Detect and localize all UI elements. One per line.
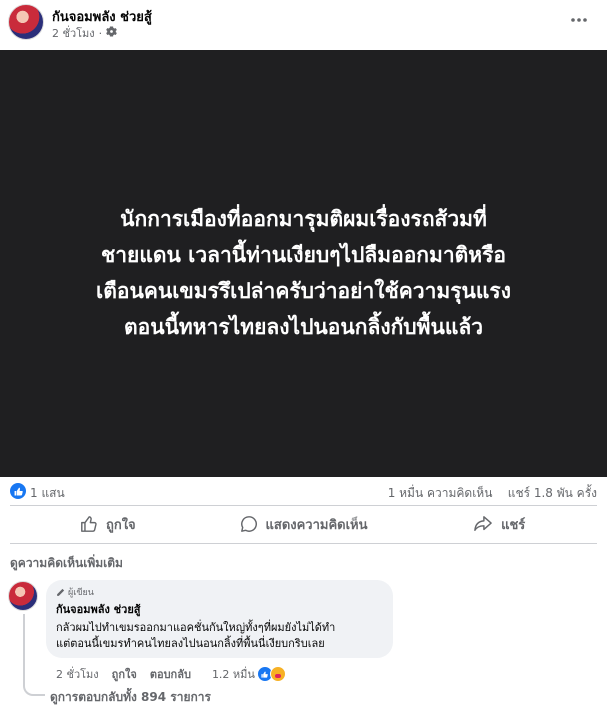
post-text-line: เตือนคนเขมรรึเปล่าครับว่าอย่าใช้ความรุนแ… — [96, 278, 511, 303]
share-arrow-icon — [474, 516, 492, 532]
gear-icon — [106, 26, 118, 40]
view-replies-link[interactable]: ดูการตอบกลับทั้ง 894 รายการ — [50, 688, 211, 707]
post-header: กันจอมพลัง ช่วยสู้ 2 ชั่วโมง · — [0, 0, 607, 50]
post-stats: 1 แสน 1 หมื่น ความคิดเห็น แชร์ 1.8 พัน ค… — [0, 480, 607, 502]
comment-like-button[interactable]: ถูกใจ — [112, 665, 137, 683]
shares-count[interactable]: แชร์ 1.8 พัน ครั้ง — [508, 486, 597, 500]
stats-right: 1 หมื่น ความคิดเห็น แชร์ 1.8 พัน ครั้ง — [388, 484, 597, 503]
comment-bubble: ผู้เขียน กันจอมพลัง ช่วยสู้ กลัวผมไปทำเข… — [46, 580, 393, 658]
comment-time[interactable]: 2 ชั่วโมง — [56, 665, 99, 683]
more-dots-icon[interactable] — [565, 8, 593, 32]
post-meta: 2 ชั่วโมง · — [52, 24, 118, 42]
divider — [10, 543, 597, 544]
post-time[interactable]: 2 ชั่วโมง — [52, 24, 95, 42]
post-image-text: นักการเมืองที่ออกมารุมติผมเรื่องรถส้วมที… — [96, 201, 511, 345]
thread-line — [23, 614, 25, 682]
comment-avatar[interactable] — [8, 581, 38, 611]
comments-count[interactable]: 1 หมื่น ความคิดเห็น — [388, 486, 493, 500]
post-actions: ถูกใจ แสดงความคิดเห็น แชร์ — [10, 507, 597, 541]
pen-icon — [57, 588, 65, 596]
comment-author[interactable]: กันจอมพลัง ช่วยสู้ — [56, 600, 383, 618]
comment-reply-button[interactable]: ตอบกลับ — [150, 665, 191, 683]
comment-button[interactable]: แสดงความคิดเห็น — [206, 507, 402, 541]
reaction-count: 1.2 หมื่น — [211, 668, 255, 681]
share-label: แชร์ — [501, 517, 526, 533]
post-text-line: ชายแดน เวลานี้ท่านเงียบๆไปลืมออกมาติหรือ — [100, 242, 507, 267]
view-more-comments[interactable]: ดูความคิดเห็นเพิ่มเติม — [10, 554, 123, 573]
comment-label: แสดงความคิดเห็น — [265, 517, 368, 533]
author-badge: ผู้เขียน — [56, 586, 383, 598]
comment-actions: 2 ชั่วโมง ถูกใจ ตอบกลับ 1.2 หมื่น — [56, 665, 286, 683]
like-reaction-icon[interactable] — [10, 483, 26, 499]
thumbs-up-icon — [81, 516, 97, 532]
page-avatar[interactable] — [8, 4, 44, 40]
post-text-line: นักการเมืองที่ออกมารุมติผมเรื่องรถส้วมที… — [120, 206, 487, 231]
comment-bubble-icon — [240, 516, 257, 532]
thread-curve — [23, 680, 45, 696]
likes-count[interactable]: 1 แสน — [30, 484, 65, 503]
author-badge-label: ผู้เขียน — [68, 588, 94, 598]
comment-line: กลัวผมไปทำเขมรออกมาแอคชั่นกันใหญ่ทั้งๆที… — [56, 621, 336, 634]
share-button[interactable]: แชร์ — [401, 507, 597, 541]
post-image[interactable]: นักการเมืองที่ออกมารุมติผมเรื่องรถส้วมที… — [0, 50, 607, 477]
comment-line: แต่ตอนนี้เขมรทำคนไทยลงไปนอนกลิ้งที่พื้นน… — [56, 637, 325, 650]
meta-separator: · — [98, 26, 103, 40]
like-button[interactable]: ถูกใจ — [10, 507, 206, 541]
like-label: ถูกใจ — [105, 517, 136, 533]
comment-text: กลัวผมไปทำเขมรออกมาแอคชั่นกันใหญ่ทั้งๆที… — [56, 620, 383, 652]
post-text-line: ตอนนี้ทหารไทยลงไปนอนกลิ้งกับพื้นแล้ว — [123, 314, 484, 339]
divider — [10, 505, 597, 506]
reaction-icons — [256, 666, 286, 682]
care-reaction-icon — [269, 666, 286, 682]
comment-reactions[interactable]: 1.2 หมื่น — [212, 665, 286, 683]
